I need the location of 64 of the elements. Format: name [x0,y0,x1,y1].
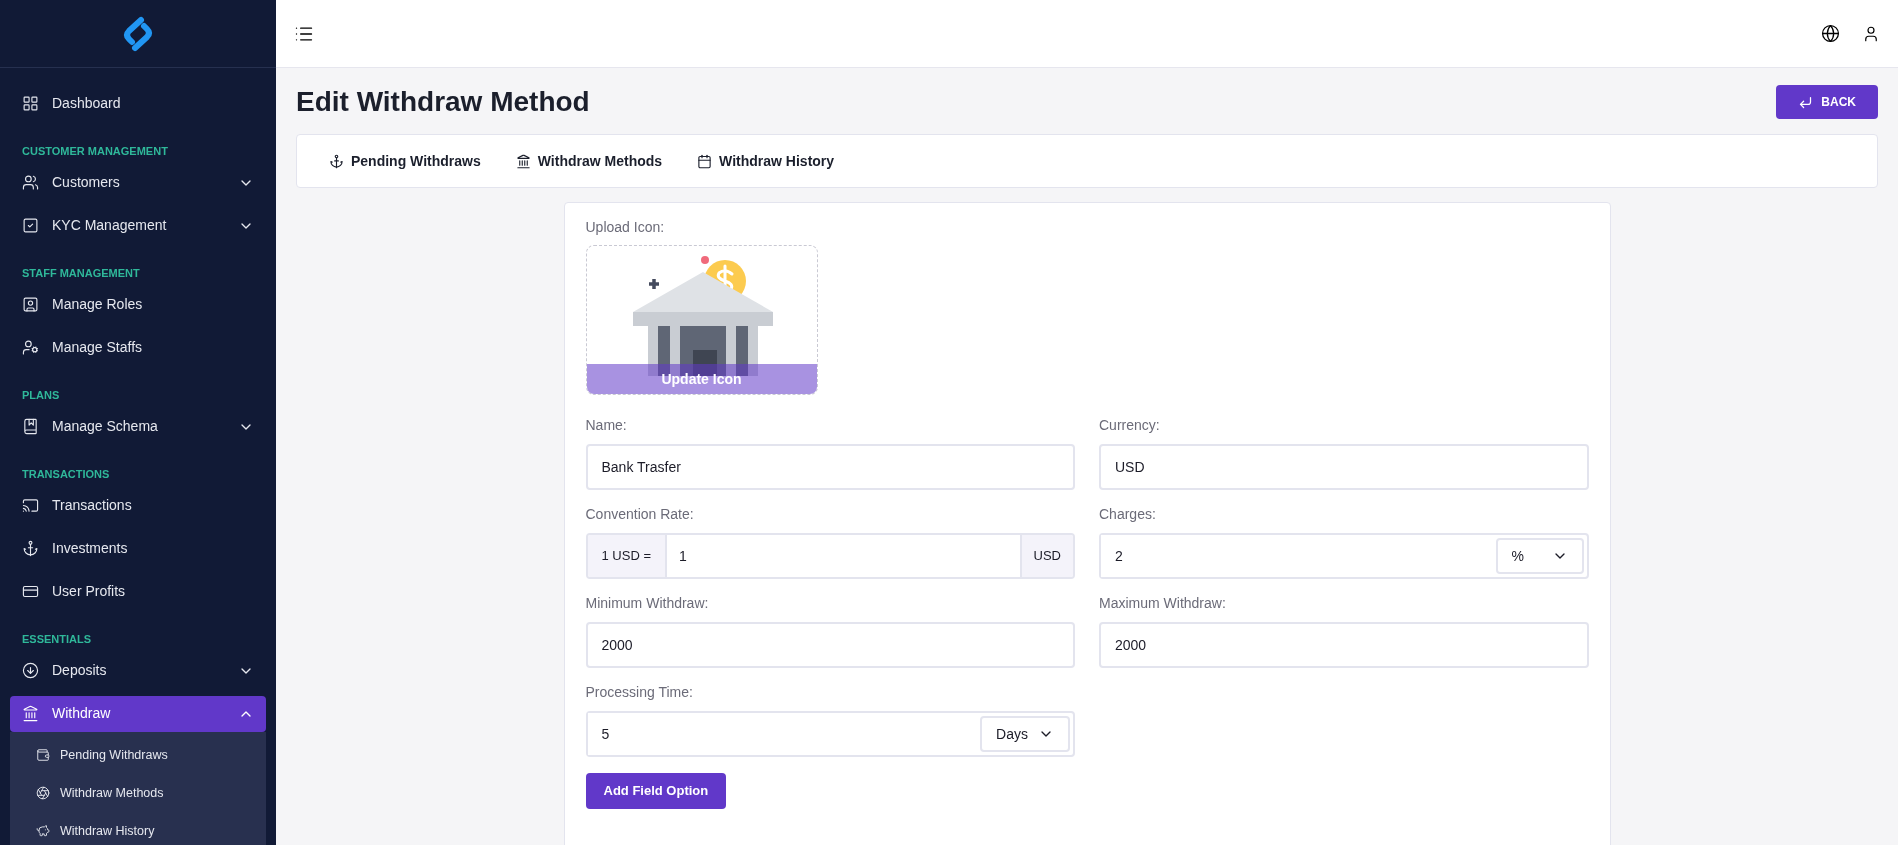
input-prefix: 1 USD = [587,535,667,577]
bookmark-icon [22,418,39,435]
text-input[interactable]: USD [1099,444,1589,490]
unit-select[interactable]: % [1495,538,1584,574]
return-icon [1798,94,1814,110]
dashboard-icon [22,95,39,112]
tab[interactable]: Pending Withdraws [329,150,481,172]
sidebar-item[interactable]: User Profits [10,573,266,610]
tab[interactable]: Withdraw Methods [515,150,663,172]
text-input[interactable]: 2000 [585,622,1075,668]
card-icon [22,583,39,600]
field-label: Maximum Withdraw: [1099,594,1227,613]
field-label: Convention Rate: [585,505,695,524]
text-input[interactable]: Bank Trasfer [585,444,1075,490]
sidebar-item[interactable]: Manage Roles [10,286,266,323]
sidebar-item[interactable]: Deposits [10,652,266,689]
field-label: Currency: [1099,416,1161,435]
field-label: Minimum Withdraw: [585,594,710,613]
input-field[interactable]: 5 Days [585,711,1075,757]
tab[interactable]: Withdraw History [697,150,835,172]
sidebar-item[interactable]: Customers [10,164,266,201]
bank-icon [515,153,531,169]
unit-select[interactable]: Days [980,716,1070,752]
field-label: Charges: [1099,505,1157,524]
bank-icon [22,705,39,722]
user-gear-icon [22,339,39,356]
cast-icon [22,497,39,514]
field-label: Upload Icon: [585,218,666,237]
sidebar-item[interactable]: Withdraw [10,695,266,732]
sidebar-section-heading: PLANS [21,387,61,403]
field-label: Processing Time: [585,683,694,702]
calendar-icon [697,153,713,169]
sidebar-section-heading: TRANSACTIONS [21,466,111,482]
rate-field[interactable]: 1 USD = 1 USD [585,533,1075,579]
input-field[interactable]: 2 % [1099,533,1589,579]
anchor-icon [22,540,39,557]
sidebar-section-heading: STAFF MANAGEMENT [21,265,141,281]
piggy-bank-icon [36,824,50,838]
page-title: Edit Withdraw Method [296,85,590,119]
sidebar-section-heading: ESSENTIALS [21,631,93,647]
sidebar-item[interactable]: Manage Schema [10,408,266,445]
sidebar-section-heading: CUSTOMER MANAGEMENT [21,143,169,159]
globe-icon[interactable] [1821,24,1840,43]
download-circle-icon [22,662,39,679]
aperture-icon [36,786,50,800]
submenu-item[interactable]: Withdraw History [10,812,266,845]
submenu-item[interactable]: Pending Withdraws [10,736,266,774]
user-badge-icon [22,296,39,313]
users-icon [22,174,39,191]
add-field-option-button[interactable]: Add Field Option [585,773,727,809]
back-button[interactable]: BACK [1776,85,1878,119]
sidebar-item[interactable]: KYC Management [10,207,266,244]
checkbox-icon [22,217,39,234]
sidebar-item[interactable]: Transactions [10,487,266,524]
sidebar-item[interactable]: Manage Staffs [10,329,266,366]
submenu-item[interactable]: Withdraw Methods [10,774,266,812]
sidebar-item[interactable]: Investments [10,530,266,567]
sidebar-item[interactable]: Dashboard [10,85,266,122]
wallet-icon [36,748,50,762]
input-suffix: USD [1019,535,1073,577]
field-label: Name: [585,416,628,435]
text-input[interactable]: 2000 [1099,622,1589,668]
user-icon[interactable] [1862,24,1880,43]
anchor-icon [329,153,344,169]
